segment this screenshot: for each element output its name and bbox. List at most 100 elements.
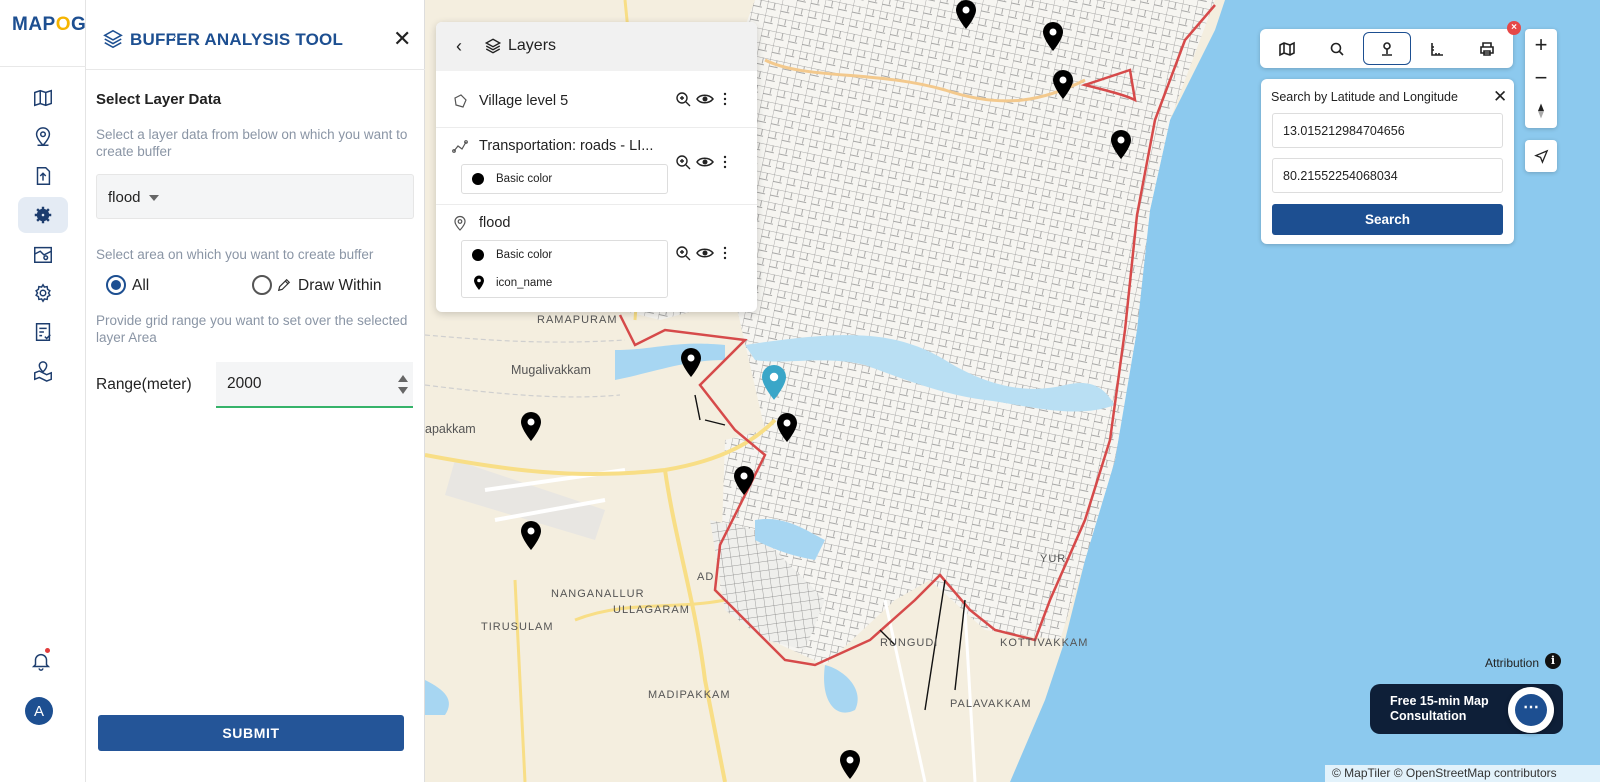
legend-text: Basic color: [496, 173, 553, 185]
zoom-out-button[interactable]: −: [1525, 62, 1557, 94]
radio-all[interactable]: [106, 275, 126, 295]
latlng-pin-icon[interactable]: [1363, 32, 1411, 65]
flood-pin-icon[interactable]: [520, 412, 542, 442]
map-label: ULLAGARAM: [613, 604, 690, 616]
line-icon: [452, 140, 468, 153]
map-credits[interactable]: © MapTiler © OpenStreetMap contributors: [1325, 765, 1600, 782]
info-icon[interactable]: i: [1545, 653, 1561, 669]
left-rail: MAPOG A: [0, 0, 86, 782]
zoom-to-layer-icon: [676, 92, 691, 107]
consultation-text[interactable]: Free 15-min Map Consultation: [1390, 694, 1510, 724]
panel-header: BUFFER ANALYSIS TOOL ✕: [86, 0, 425, 70]
attribution-link[interactable]: Attribution: [1485, 656, 1539, 670]
latlng-title: Search by Latitude and Longitude: [1271, 90, 1458, 104]
map-label: KOTTIVAKKAM: [1000, 637, 1089, 649]
zoom-to-layer-icon: [676, 155, 691, 170]
select-layer-heading: Select Layer Data: [96, 91, 222, 108]
chat-button[interactable]: ⋯: [1508, 687, 1554, 733]
radio-draw-within-label[interactable]: Draw Within: [298, 277, 382, 295]
flood-pin-icon[interactable]: [520, 521, 542, 551]
latlng-search-button[interactable]: Search: [1272, 204, 1503, 235]
layer-name[interactable]: Village level 5: [479, 93, 568, 109]
spinner-down-icon[interactable]: [398, 387, 408, 394]
radio-draw-within[interactable]: [252, 275, 272, 295]
map-label: PALAVAKKAM: [950, 698, 1032, 710]
settings-gear-icon[interactable]: [18, 197, 68, 233]
layers-panel: ‹ Layers Village level 5 Transportation:…: [436, 22, 757, 312]
latlng-search-panel: Search by Latitude and Longitude ✕ Searc…: [1261, 79, 1514, 244]
range-input[interactable]: [216, 362, 413, 408]
map-label: YUR: [1040, 553, 1067, 565]
location-pin-icon[interactable]: [18, 119, 68, 155]
flood-pin-icon[interactable]: [776, 413, 798, 443]
polygon-icon: [454, 94, 467, 108]
report-icon[interactable]: [18, 314, 68, 350]
upload-icon[interactable]: [18, 158, 68, 194]
flood-pin-icon[interactable]: [733, 466, 755, 496]
longitude-input[interactable]: [1272, 158, 1503, 193]
selected-location-pin-icon[interactable]: [760, 365, 788, 401]
radio-all-label[interactable]: All: [132, 277, 149, 295]
close-icon[interactable]: ✕: [1493, 87, 1507, 107]
latitude-input[interactable]: [1272, 113, 1503, 148]
chat-bubble-icon: ⋯: [1515, 694, 1547, 726]
color-dot-icon: [472, 173, 484, 185]
layer-divider: [436, 127, 757, 128]
navigate-icon[interactable]: [1525, 140, 1557, 172]
more-vertical-icon: [723, 155, 727, 169]
legend-row: Basic color: [462, 241, 667, 269]
submit-button[interactable]: SUBMIT: [98, 715, 404, 751]
layer-tools[interactable]: [675, 245, 735, 263]
range-label: Range(meter): [96, 376, 192, 393]
mapog-logo[interactable]: MAPOG: [12, 14, 86, 36]
flood-pin-icon[interactable]: [680, 348, 702, 378]
measure-icon[interactable]: [1413, 32, 1461, 65]
map-toolbar: [1260, 29, 1513, 68]
flood-pin-icon[interactable]: [1110, 130, 1132, 160]
map-canvas[interactable]: RAMAPURAM Mugalivakkam apakkam NANGANALL…: [425, 0, 1600, 782]
back-chevron-icon[interactable]: ‹: [456, 36, 462, 57]
layers-header: ‹ Layers: [436, 22, 757, 71]
layer-name[interactable]: flood: [479, 215, 510, 231]
print-icon[interactable]: [1463, 32, 1511, 65]
map-label: MADIPAKKAM: [648, 689, 731, 701]
layer-select-dropdown[interactable]: flood: [96, 174, 414, 219]
layer-tools[interactable]: [675, 91, 735, 109]
flood-pin-icon[interactable]: [955, 0, 977, 30]
flood-pin-icon[interactable]: [839, 750, 861, 780]
search-icon[interactable]: [1313, 32, 1361, 65]
eye-icon: [696, 248, 714, 258]
map-label: AD: [697, 571, 715, 583]
layer-name[interactable]: Transportation: roads - LI...: [479, 138, 653, 154]
map-label: apakkam: [425, 422, 476, 436]
rail-divider: [0, 66, 86, 67]
layers-icon: [484, 38, 502, 54]
zoom-in-button[interactable]: +: [1525, 29, 1557, 61]
toolbar-close-icon[interactable]: ×: [1507, 21, 1521, 35]
flood-pin-icon[interactable]: [1052, 70, 1074, 100]
map-location-icon[interactable]: [18, 353, 68, 389]
more-vertical-icon: [723, 246, 727, 260]
buffer-analysis-panel: › BUFFER ANALYSIS TOOL ✕ Select Layer Da…: [86, 0, 425, 782]
bell-icon[interactable]: [30, 650, 52, 672]
map-analysis-icon[interactable]: [18, 236, 68, 272]
legend-row: Basic color: [462, 165, 667, 193]
map-icon[interactable]: [18, 80, 68, 116]
flood-pin-icon[interactable]: [1042, 22, 1064, 52]
legend-text: icon_name: [496, 277, 553, 289]
zoom-control: + −: [1525, 29, 1557, 128]
layer-divider: [436, 204, 757, 205]
grid-range-help: Provide grid range you want to set over …: [96, 313, 408, 345]
gear-icon[interactable]: [18, 275, 68, 311]
map-label: RAMAPURAM: [537, 314, 618, 326]
close-icon[interactable]: ✕: [393, 28, 411, 50]
compass-icon[interactable]: [1525, 95, 1557, 127]
color-dot-icon: [472, 249, 484, 261]
legend-row: icon_name: [462, 269, 667, 297]
layer-tools[interactable]: [675, 154, 735, 172]
avatar[interactable]: A: [25, 697, 53, 725]
select-layer-help: Select a layer data from below on which …: [96, 127, 408, 159]
map-style-icon[interactable]: [1263, 32, 1311, 65]
map-label: NANGANALLUR: [551, 588, 645, 600]
spinner-up-icon[interactable]: [398, 375, 408, 382]
